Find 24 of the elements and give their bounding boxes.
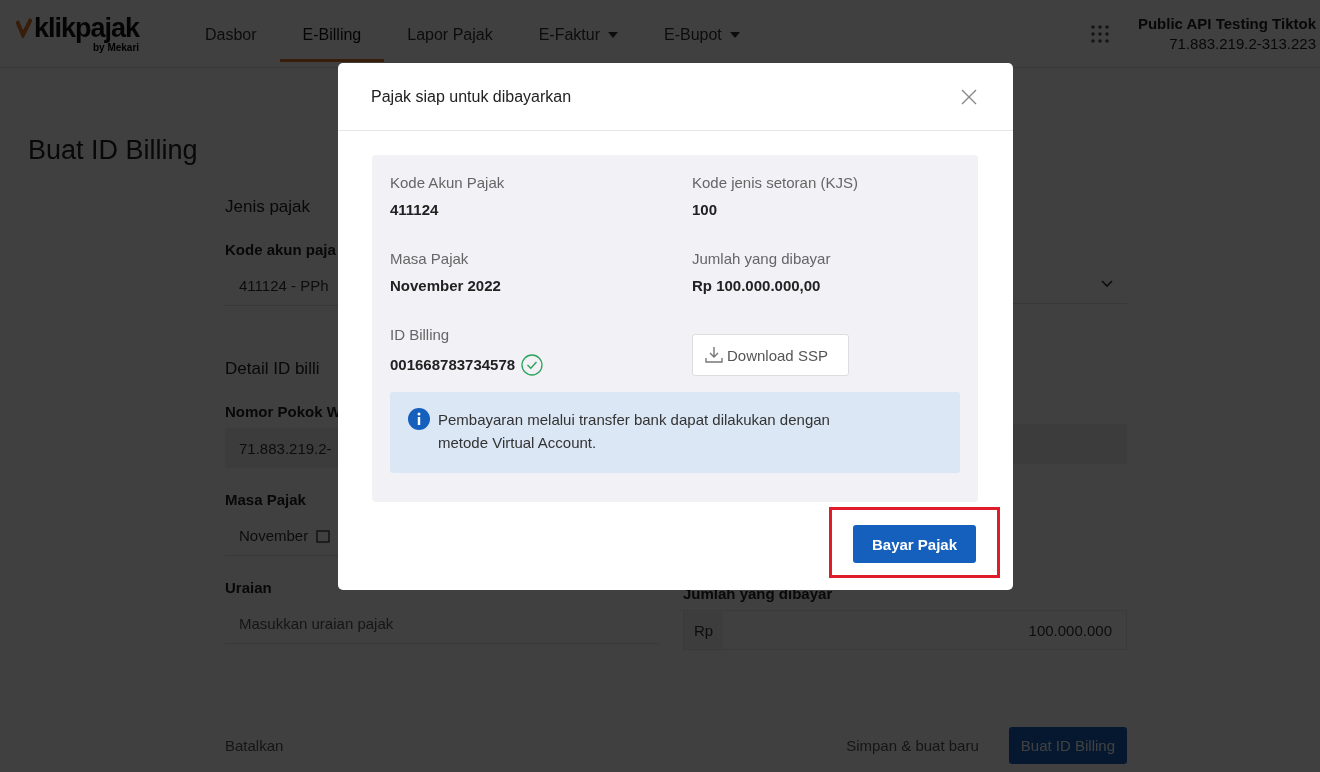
download-icon (705, 346, 723, 364)
close-icon[interactable] (961, 88, 977, 105)
detail-label: Jumlah yang dibayar (692, 249, 832, 269)
account-tax-number: 71.883.219.2-313.223 (1169, 33, 1316, 54)
detail-value: November 2022 (390, 276, 502, 296)
pay-tax-button[interactable]: Bayar Pajak (853, 525, 976, 563)
section-heading: Jenis pajak (225, 196, 311, 218)
page-title: Buat ID Billing (28, 134, 199, 166)
detail-label: Masa Pajak (390, 249, 470, 269)
download-button[interactable]: Download SSP (692, 334, 849, 376)
field-label: Uraian (225, 578, 272, 598)
detail-label: Kode Akun Pajak (390, 173, 506, 193)
modal-title: Pajak siap untuk dibayarkan (371, 87, 572, 106)
section-heading: Detail ID billi (225, 358, 320, 380)
detail-value: Rp 100.000.000,00 (692, 276, 822, 296)
detail-label: ID Billing (390, 325, 451, 345)
detail-value: 100 (692, 200, 719, 220)
detail-label: Kode jenis setoran (KJS) (692, 173, 859, 193)
info-icon (408, 408, 430, 430)
detail-value: 001668783734578 (390, 355, 516, 375)
info-message: Pembayaran melalui transfer bank dapat dilakukan dengan metode Virtual Account. (438, 410, 831, 453)
field-label: Kode akun paja (225, 240, 336, 260)
detail-value: 411124 (390, 200, 440, 220)
field-label: Masa Pajak (225, 490, 306, 510)
